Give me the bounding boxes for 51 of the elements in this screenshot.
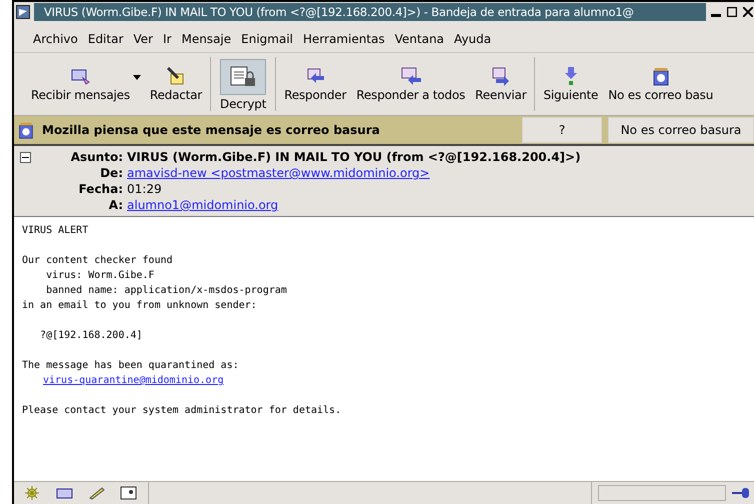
sun-icon[interactable]: [24, 486, 42, 500]
toolbar-button[interactable]: Decrypt: [214, 53, 272, 115]
not-junk-button[interactable]: No es correo basura: [608, 117, 754, 143]
menu-item[interactable]: Ir: [158, 32, 176, 46]
message-line: virus: Worm.Gibe.F: [45, 269, 154, 283]
email-link[interactable]: virus-quarantine@midominio.org: [43, 373, 224, 388]
toolbar-button[interactable]: Recibir mensajes: [26, 53, 135, 115]
header-label: A:: [108, 198, 123, 212]
address-book-icon[interactable]: [120, 486, 138, 500]
menu-item[interactable]: Ventana: [390, 32, 450, 46]
message-line: VIRUS ALERT: [22, 224, 88, 238]
menu-item[interactable]: Archivo: [28, 32, 83, 46]
trash-can-icon: [16, 120, 36, 140]
message-line: banned name: application/x-msdos-program: [45, 284, 287, 298]
collapse-toggle[interactable]: [20, 152, 31, 163]
header-value: VIRUS (Worm.Gibe.F) IN MAIL TO YOU (from <?@[192.168.200.4]>): [127, 150, 581, 164]
help-button[interactable]: ?: [522, 117, 602, 143]
toolbar-button[interactable]: Responder: [279, 53, 352, 115]
menu-item[interactable]: Ver: [128, 32, 158, 46]
minus-icon: [22, 154, 29, 161]
reply-all-icon: [398, 66, 423, 86]
message-line: in an email to you from unknown sender:: [22, 299, 257, 313]
toolbar-button[interactable]: No es correo basu: [603, 53, 718, 115]
toolbar-button[interactable]: Siguiente: [538, 53, 604, 115]
menu-item[interactable]: Ayuda: [449, 32, 496, 46]
menu-item[interactable]: Mensaje: [176, 32, 236, 46]
junk-warning: Mozilla piensa que este mensaje es correo basura: [42, 123, 381, 137]
header-link[interactable]: amavisd-new <postmaster@www.midominio.org>: [127, 166, 581, 180]
close-icon[interactable]: [743, 7, 753, 17]
toolbar-button[interactable]: Redactar: [144, 53, 208, 115]
header-label: Asunto:: [70, 150, 123, 164]
header-value: 01:29: [127, 182, 163, 196]
caret-icon[interactable]: [132, 74, 141, 80]
toolbar-button[interactable]: Responder a todos: [351, 53, 470, 115]
header-link[interactable]: alumno1@midominio.org: [127, 198, 581, 212]
envelope-icon[interactable]: [56, 486, 74, 500]
menu-item[interactable]: Enigmail: [236, 32, 298, 46]
toolbar-button[interactable]: Reenviar: [470, 53, 532, 115]
header-label: Fecha:: [78, 182, 123, 196]
forward-icon: [490, 66, 512, 86]
menu-item[interactable]: Editar: [82, 32, 128, 46]
maximize-icon[interactable]: [727, 7, 737, 17]
window-title: VIRUS (Worm.Gibe.F) IN MAIL TO YOU (from <?@[192.168.200.4]>) - Bandeja de entrada para alumno1@: [34, 3, 706, 21]
menu-item[interactable]: Herramientas: [298, 32, 390, 46]
message-line: Please contact your system administrator for details.: [22, 404, 342, 418]
down-arrow-icon: [564, 66, 578, 86]
message-line: Our content checker found: [22, 254, 173, 268]
app-icon: [16, 5, 30, 19]
message-line: The message has been quarantined as:: [22, 359, 239, 373]
header-label: De:: [99, 166, 123, 180]
message-line: ?@[192.168.200.4]: [39, 329, 142, 343]
